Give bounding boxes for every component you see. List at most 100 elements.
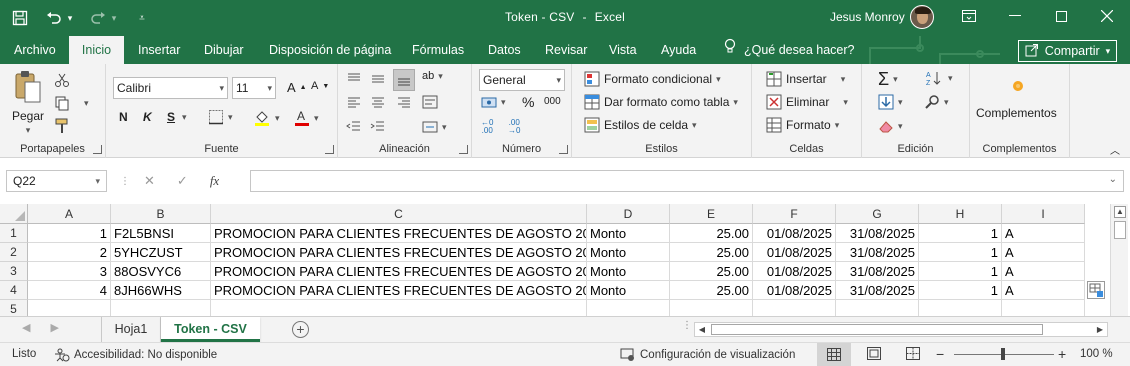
wrap-text-icon[interactable] <box>422 95 438 109</box>
cell-g1[interactable]: 31/08/2025 <box>836 224 919 243</box>
dialog-launcher-icon[interactable] <box>559 145 568 154</box>
quick-analysis-icon[interactable] <box>1087 281 1105 299</box>
normal-view-button[interactable] <box>817 343 851 366</box>
column-header-i[interactable]: I <box>1002 204 1085 224</box>
cell-b1[interactable]: F2L5BNSI <box>111 224 211 243</box>
user-name[interactable]: Jesus Monroy <box>830 10 905 24</box>
align-bottom-icon[interactable] <box>393 69 415 91</box>
cell-b4[interactable]: 8JH66WHS <box>111 281 211 300</box>
page-break-view-icon[interactable] <box>906 347 922 361</box>
cell-b2[interactable]: 5YHCZUST <box>111 243 211 262</box>
page-layout-view-icon[interactable] <box>867 347 883 361</box>
collapse-ribbon-icon[interactable]: ︿ <box>1110 142 1120 157</box>
cell-f4[interactable]: 01/08/2025 <box>753 281 836 300</box>
next-sheet-icon[interactable]: ▶ <box>50 321 58 334</box>
dialog-launcher-icon[interactable] <box>93 145 102 154</box>
prev-sheet-icon[interactable]: ◀ <box>22 321 30 334</box>
cell-d3[interactable]: Monto <box>587 262 670 281</box>
increase-font-icon[interactable]: A ▲ <box>287 80 307 95</box>
column-header-h[interactable]: H <box>919 204 1002 224</box>
cell-c3[interactable]: PROMOCION PARA CLIENTES FRECUENTES DE AG… <box>211 262 587 281</box>
share-button[interactable]: Compartir ▾ <box>1018 40 1117 62</box>
cell-d4[interactable]: Monto <box>587 281 670 300</box>
cell-a4[interactable]: 4 <box>28 281 111 300</box>
clear-icon[interactable]: ▾ <box>878 118 903 134</box>
format-as-table-button[interactable]: Dar formato como tabla ▾ <box>584 94 738 110</box>
scroll-right-icon[interactable]: ▶ <box>1093 323 1107 336</box>
cell-i4[interactable]: A <box>1002 281 1085 300</box>
fill-color-icon[interactable]: ▾ <box>253 109 280 127</box>
cell-e4[interactable]: 25.00 <box>670 281 753 300</box>
font-name-combo[interactable]: Calibri ▾ <box>113 77 228 99</box>
zoom-out-button[interactable]: − <box>936 346 944 362</box>
cell-i2[interactable]: A <box>1002 243 1085 262</box>
formula-input[interactable]: ⌄ <box>250 170 1124 192</box>
cell-h4[interactable]: 1 <box>919 281 1002 300</box>
cell-c4[interactable]: PROMOCION PARA CLIENTES FRECUENTES DE AG… <box>211 281 587 300</box>
dialog-launcher-icon[interactable] <box>325 145 334 154</box>
align-top-icon[interactable] <box>346 72 362 86</box>
tab-insertar[interactable]: Insertar <box>132 36 186 64</box>
row-header[interactable]: 4 <box>0 281 28 300</box>
addins-button[interactable]: Complementos <box>976 106 1057 120</box>
cell-f3[interactable]: 01/08/2025 <box>753 262 836 281</box>
zoom-slider-thumb[interactable] <box>1001 348 1005 360</box>
maximize-icon[interactable] <box>1038 0 1084 32</box>
tab-vista[interactable]: Vista <box>603 36 643 64</box>
column-header-g[interactable]: G <box>836 204 919 224</box>
cell-h1[interactable]: 1 <box>919 224 1002 243</box>
orientation-icon[interactable]: ab ▾ <box>422 70 443 82</box>
horizontal-scrollbar[interactable]: ◀ ▶ <box>694 322 1108 337</box>
row-header[interactable]: 1 <box>0 224 28 243</box>
percent-button[interactable]: % <box>522 94 534 110</box>
cell-c1[interactable]: PROMOCION PARA CLIENTES FRECUENTES DE AG… <box>211 224 587 243</box>
column-header-f[interactable]: F <box>753 204 836 224</box>
cancel-icon[interactable]: ✕ <box>144 173 155 189</box>
paste-button[interactable]: Pegar ▾ <box>12 70 44 136</box>
tab-inicio[interactable]: Inicio <box>69 36 124 64</box>
italic-button[interactable]: K <box>143 110 152 124</box>
tab-formulas[interactable]: Fórmulas <box>406 36 470 64</box>
cell-c2[interactable]: PROMOCION PARA CLIENTES FRECUENTES DE AG… <box>211 243 587 262</box>
cell-f2[interactable]: 01/08/2025 <box>753 243 836 262</box>
increase-indent-icon[interactable] <box>370 120 386 134</box>
align-right-icon[interactable] <box>396 96 412 110</box>
cell-a3[interactable]: 3 <box>28 262 111 281</box>
font-size-combo[interactable]: 11 ▾ <box>232 77 276 99</box>
zoom-level[interactable]: 100 % <box>1080 348 1113 360</box>
row-header[interactable]: 2 <box>0 243 28 262</box>
insert-cells-button[interactable]: Insertar ▾ <box>766 71 845 87</box>
delete-cells-button[interactable]: Eliminar ▾ <box>766 94 848 110</box>
column-header-d[interactable]: D <box>587 204 670 224</box>
display-settings[interactable]: Configuración de visualización <box>620 348 795 362</box>
scroll-up-icon[interactable]: ▲ <box>1114 206 1126 218</box>
cut-icon[interactable] <box>54 72 70 88</box>
borders-icon[interactable]: ▾ <box>208 109 233 125</box>
cell-a2[interactable]: 2 <box>28 243 111 262</box>
cell-g3[interactable]: 31/08/2025 <box>836 262 919 281</box>
cell-b3[interactable]: 88OSVYC6 <box>111 262 211 281</box>
decrease-indent-icon[interactable] <box>346 120 362 134</box>
tab-dibujar[interactable]: Dibujar <box>198 36 250 64</box>
merge-center-icon[interactable]: ▾ <box>422 120 447 134</box>
align-middle-icon[interactable] <box>370 72 386 86</box>
cell-d1[interactable]: Monto <box>587 224 670 243</box>
cell-d2[interactable]: Monto <box>587 243 670 262</box>
column-header-c[interactable]: C <box>211 204 587 224</box>
row-header[interactable]: 3 <box>0 262 28 281</box>
enter-icon[interactable]: ✓ <box>177 173 188 189</box>
cell-a1[interactable]: 1 <box>28 224 111 243</box>
tab-disposicion[interactable]: Disposición de página <box>263 36 397 64</box>
cell-styles-button[interactable]: Estilos de celda ▾ <box>584 117 697 133</box>
underline-dropdown-icon[interactable]: ▾ <box>182 112 187 123</box>
add-sheet-icon[interactable]: + <box>292 321 309 338</box>
tab-revisar[interactable]: Revisar <box>539 36 593 64</box>
autosum-icon[interactable]: Σ ▾ <box>878 69 898 90</box>
align-center-icon[interactable] <box>370 96 386 110</box>
ribbon-display-options-icon[interactable] <box>946 0 992 32</box>
increase-decimal-icon[interactable]: ←0.00 <box>481 119 493 135</box>
sort-filter-icon[interactable]: A Z ▾ <box>926 70 953 86</box>
column-header-b[interactable]: B <box>111 204 211 224</box>
expand-formula-bar-icon[interactable]: ⌄ <box>1109 174 1117 185</box>
thousands-button[interactable]: 000 <box>544 96 561 107</box>
